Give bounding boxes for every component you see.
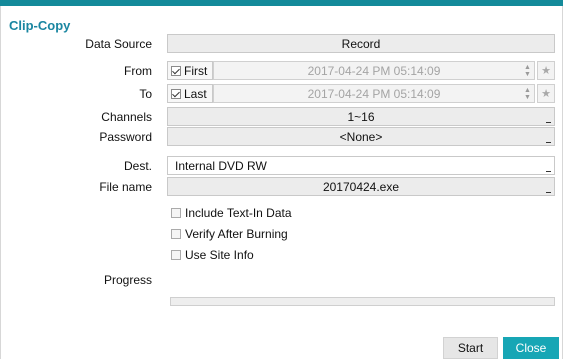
include-text-in-option[interactable]: Include Text-In Data <box>171 206 292 220</box>
from-time-field[interactable]: 2017-04-24 PM 05:14:09 ▲ ▼ <box>213 61 535 80</box>
spinner-arrows-icon[interactable]: ▲ ▼ <box>524 87 531 101</box>
to-last-checkbox[interactable]: Last <box>167 84 213 103</box>
to-star-button[interactable]: ★ <box>537 84 555 103</box>
last-check-label: Last <box>184 86 207 101</box>
dropdown-corner-icon <box>546 142 551 143</box>
first-check-label: First <box>184 63 208 78</box>
use-site-info-label: Use Site Info <box>185 248 254 262</box>
dropdown-corner-icon <box>546 192 551 193</box>
star-icon: ★ <box>541 65 551 77</box>
progress-bar <box>170 297 555 306</box>
data-source-field[interactable]: Record <box>167 34 555 53</box>
password-field[interactable]: <None> <box>167 127 555 146</box>
first-check-icon <box>171 65 181 76</box>
password-label: Password <box>99 130 152 144</box>
checkbox-icon[interactable] <box>171 208 181 218</box>
to-time-field[interactable]: 2017-04-24 PM 05:14:09 ▲ ▼ <box>213 84 535 103</box>
to-time-value: 2017-04-24 PM 05:14:09 <box>307 86 441 101</box>
file-name-value: 20170424.exe <box>322 179 400 194</box>
dest-field[interactable]: Internal DVD RW <box>167 156 555 175</box>
dest-label: Dest. <box>123 159 152 173</box>
verify-after-burning-label: Verify After Burning <box>185 227 288 241</box>
checkbox-icon[interactable] <box>171 250 181 260</box>
file-name-label: File name <box>99 180 152 194</box>
from-first-checkbox[interactable]: First <box>167 61 213 80</box>
spinner-arrows-icon[interactable]: ▲ ▼ <box>524 64 531 78</box>
start-button[interactable]: Start <box>443 337 498 359</box>
to-label: To <box>139 87 152 101</box>
data-source-label: Data Source <box>85 37 152 51</box>
channels-field[interactable]: 1~16 <box>167 107 555 126</box>
channels-label: Channels <box>101 110 152 124</box>
dialog-title: Clip-Copy <box>9 18 71 33</box>
dropdown-corner-icon <box>546 122 551 123</box>
dest-value: Internal DVD RW <box>175 158 267 173</box>
from-star-button[interactable]: ★ <box>537 61 555 80</box>
file-name-field[interactable]: 20170424.exe <box>167 177 555 196</box>
from-label: From <box>124 64 152 78</box>
channels-value: 1~16 <box>347 109 375 124</box>
checkbox-icon[interactable] <box>171 229 181 239</box>
progress-label: Progress <box>103 273 152 287</box>
from-time-value: 2017-04-24 PM 05:14:09 <box>307 63 441 78</box>
star-icon: ★ <box>541 88 551 100</box>
last-check-icon <box>171 88 181 99</box>
verify-after-burning-option[interactable]: Verify After Burning <box>171 227 288 241</box>
dropdown-corner-icon <box>546 171 551 172</box>
use-site-info-option[interactable]: Use Site Info <box>171 248 254 262</box>
password-value: <None> <box>339 129 383 144</box>
close-button[interactable]: Close <box>503 337 559 359</box>
include-text-in-label: Include Text-In Data <box>185 206 292 220</box>
